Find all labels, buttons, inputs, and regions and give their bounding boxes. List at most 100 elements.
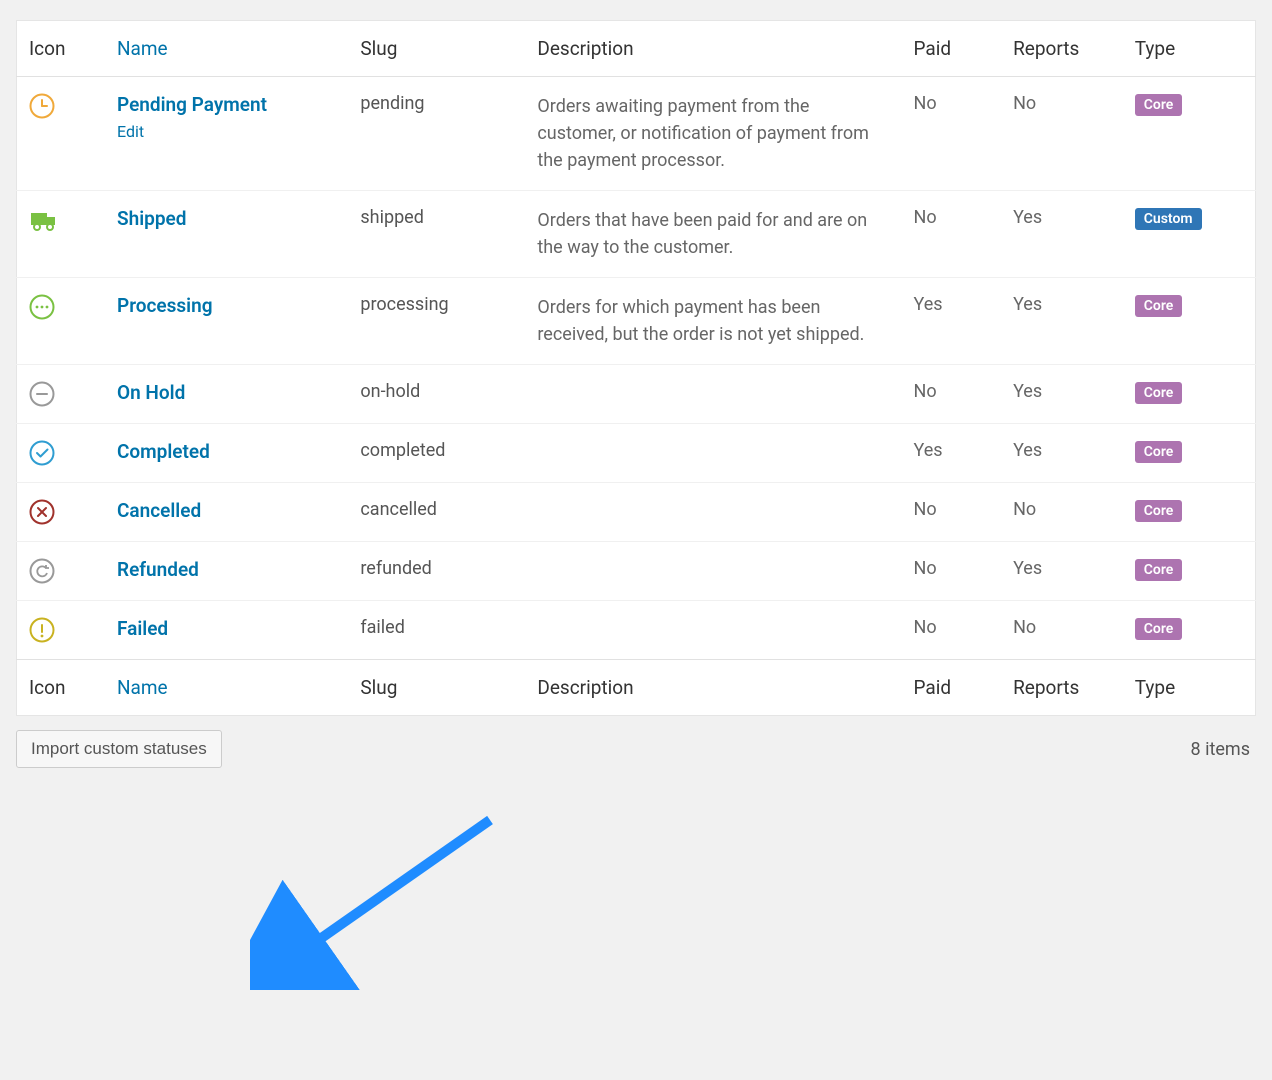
status-name-cell: Processing — [105, 278, 348, 365]
table-row: Pending PaymentEditpendingOrders awaitin… — [17, 77, 1256, 191]
import-custom-statuses-button[interactable]: Import custom statuses — [16, 730, 222, 768]
core-badge: Core — [1135, 618, 1183, 640]
col-header-description: Description — [525, 21, 901, 77]
status-name-link[interactable]: Processing — [117, 294, 213, 317]
table-row: CancelledcancelledNoNoCore — [17, 483, 1256, 542]
row-actions: Edit — [117, 122, 336, 141]
status-description — [525, 365, 901, 424]
status-name-link[interactable]: Failed — [117, 617, 168, 640]
status-reports: No — [1001, 483, 1123, 542]
status-type: Core — [1123, 424, 1256, 483]
status-reports: Yes — [1001, 542, 1123, 601]
status-name-link[interactable]: On Hold — [117, 381, 185, 404]
table-header-row: Icon Name Slug Description Paid Reports … — [17, 21, 1256, 77]
status-paid: No — [902, 542, 1002, 601]
status-paid: No — [902, 77, 1002, 191]
col-header-paid: Paid — [902, 21, 1002, 77]
status-paid: No — [902, 601, 1002, 660]
status-type: Core — [1123, 601, 1256, 660]
status-name-cell: Refunded — [105, 542, 348, 601]
status-reports: Yes — [1001, 365, 1123, 424]
annotation-arrow-icon — [250, 810, 510, 990]
core-badge: Core — [1135, 441, 1183, 463]
table-row: Failed failed NoNo Core — [17, 601, 1256, 660]
status-name-link[interactable]: Refunded — [117, 558, 199, 581]
status-description — [525, 424, 901, 483]
status-slug: failed — [348, 601, 525, 660]
col-header-slug: Slug — [348, 21, 525, 77]
status-type: Core — [1123, 278, 1256, 365]
x-circle-icon — [17, 483, 106, 542]
status-name-link[interactable]: Shipped — [117, 207, 186, 230]
item-count: 8 items — [1191, 739, 1250, 760]
status-reports: Yes — [1001, 191, 1123, 278]
col-footer-slug: Slug — [348, 660, 525, 716]
col-header-icon: Icon — [17, 21, 106, 77]
status-slug: refunded — [348, 542, 525, 601]
alert-circle-icon — [17, 601, 106, 660]
status-description: Orders awaiting payment from the custome… — [525, 77, 901, 191]
status-description — [525, 601, 901, 660]
custom-badge: Custom — [1135, 208, 1202, 230]
status-type: Core — [1123, 77, 1256, 191]
status-type: Core — [1123, 542, 1256, 601]
status-description — [525, 542, 901, 601]
core-badge: Core — [1135, 559, 1183, 581]
status-slug: processing — [348, 278, 525, 365]
status-paid: Yes — [902, 424, 1002, 483]
status-reports: Yes — [1001, 424, 1123, 483]
col-footer-icon: Icon — [17, 660, 106, 716]
status-paid: Yes — [902, 278, 1002, 365]
table-row: Shipped shippedOrders that have been paid… — [17, 191, 1256, 278]
minus-circle-icon — [17, 365, 106, 424]
clock-icon — [17, 77, 106, 191]
status-description: Orders for which payment has been receiv… — [525, 278, 901, 365]
status-reports: No — [1001, 601, 1123, 660]
status-name-cell: Shipped — [105, 191, 348, 278]
status-name-cell: Pending Payment Edit — [105, 77, 348, 191]
col-header-reports: Reports — [1001, 21, 1123, 77]
dots-circle-icon — [17, 278, 106, 365]
status-name-cell: Failed — [105, 601, 348, 660]
col-header-name[interactable]: Name — [105, 21, 348, 77]
status-reports: No — [1001, 77, 1123, 191]
col-footer-name[interactable]: Name — [105, 660, 348, 716]
table-row: Processing processingOrders for which pay… — [17, 278, 1256, 365]
col-footer-type: Type — [1123, 660, 1256, 716]
status-paid: No — [902, 191, 1002, 278]
col-footer-description: Description — [525, 660, 901, 716]
status-type: Core — [1123, 483, 1256, 542]
status-slug: shipped — [348, 191, 525, 278]
status-name-link[interactable]: Cancelled — [117, 499, 201, 522]
truck-icon — [17, 191, 106, 278]
status-type: Custom — [1123, 191, 1256, 278]
col-footer-paid: Paid — [902, 660, 1002, 716]
edit-link[interactable]: Edit — [117, 122, 144, 141]
table-row: On Hold on-hold NoYes Core — [17, 365, 1256, 424]
refund-circle-icon — [17, 542, 106, 601]
core-badge: Core — [1135, 500, 1183, 522]
status-description — [525, 483, 901, 542]
table-row: Completed completed YesYes Core — [17, 424, 1256, 483]
status-name-cell: On Hold — [105, 365, 348, 424]
status-description: Orders that have been paid for and are o… — [525, 191, 901, 278]
col-footer-reports: Reports — [1001, 660, 1123, 716]
table-footer-row: Icon Name Slug Description Paid Reports … — [17, 660, 1256, 716]
status-slug: completed — [348, 424, 525, 483]
core-badge: Core — [1135, 382, 1183, 404]
status-reports: Yes — [1001, 278, 1123, 365]
status-slug: on-hold — [348, 365, 525, 424]
status-table: Icon Name Slug Description Paid Reports … — [16, 20, 1256, 716]
status-name-link[interactable]: Pending Payment — [117, 93, 267, 116]
status-paid: No — [902, 483, 1002, 542]
table-footer-bar: Import custom statuses 8 items — [16, 716, 1256, 788]
status-type: Core — [1123, 365, 1256, 424]
status-name-cell: Cancelled — [105, 483, 348, 542]
status-name-cell: Completed — [105, 424, 348, 483]
core-badge: Core — [1135, 295, 1183, 317]
col-header-type: Type — [1123, 21, 1256, 77]
core-badge: Core — [1135, 94, 1183, 116]
status-name-link[interactable]: Completed — [117, 440, 210, 463]
status-paid: No — [902, 365, 1002, 424]
table-row: Refunded refunded NoYes Core — [17, 542, 1256, 601]
